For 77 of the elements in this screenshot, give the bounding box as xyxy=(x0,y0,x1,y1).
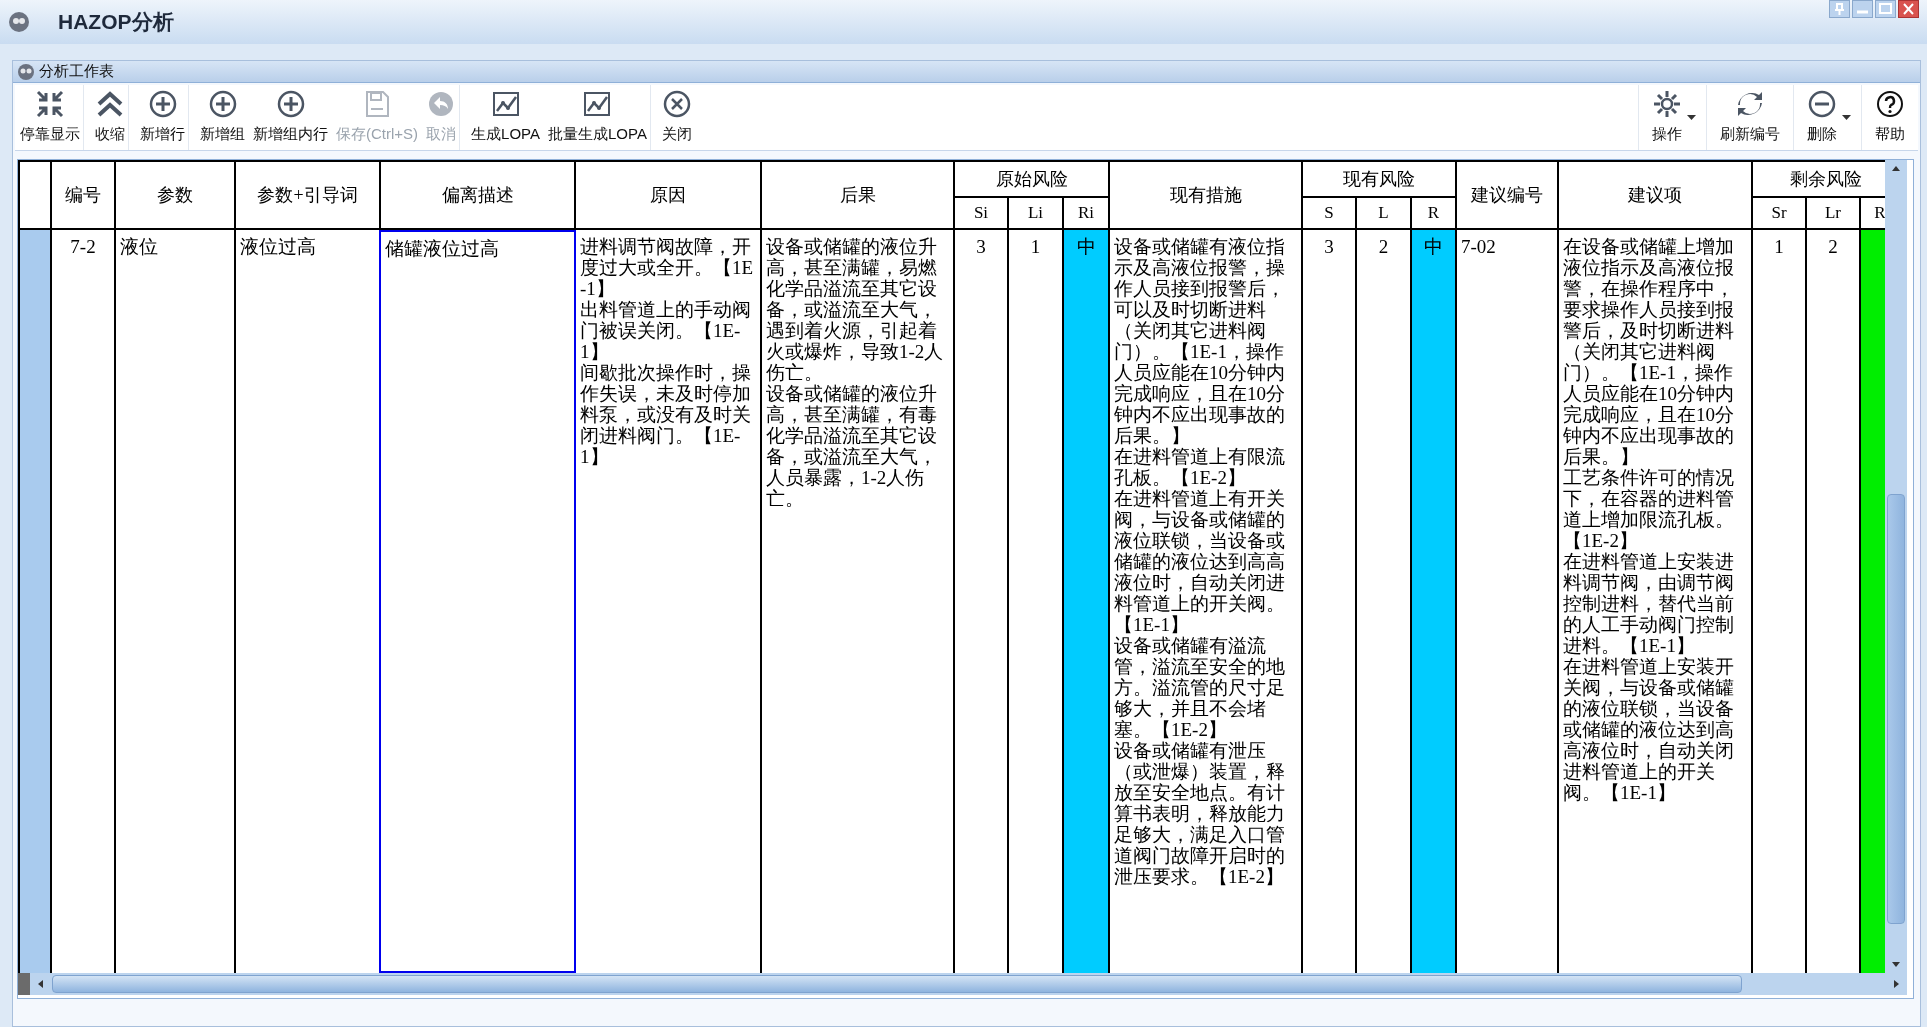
scroll-thumb[interactable] xyxy=(1887,494,1905,924)
cell-text: 在进料管道上有开关阀，与设备或储罐的液位联锁，当设备或储罐的液位达到高高液位时，自动关闭进料管道上的开关阀。【1E-1】 xyxy=(1114,488,1286,635)
scroll-thumb[interactable] xyxy=(52,975,1742,993)
toolbar-button[interactable]: 批量生成LOPA xyxy=(545,85,650,150)
table-cell: 3 xyxy=(955,230,1009,973)
cell-text: 在设备或储罐上增加液位指示及高液位报警，在操作程序中，要求操作人员接到报警后，及时切断进料（关闭其它进料阀门）。【1E-1，操作人员应能在10分钟内完成响应，且在10分钟内不应出现事故的后果。】 xyxy=(1563,236,1735,467)
close-button[interactable] xyxy=(1898,0,1919,18)
column-header: 建议项 xyxy=(1559,162,1753,230)
column-header: 偏离描述 xyxy=(381,162,576,230)
toolbar-button[interactable]: 新增组 xyxy=(197,85,248,150)
column-header: R xyxy=(1412,198,1457,230)
app-icon xyxy=(8,11,30,33)
window-title: HAZOP分析 xyxy=(58,9,174,36)
toolbar-button[interactable]: 删除 xyxy=(1804,85,1840,150)
cell-text: 设备或储罐的液位升高，甚至满罐，有毒化学品溢流至其它设备，或溢流至大气，人员暴露，1-2人伤亡。 xyxy=(766,383,938,509)
column-header: 建议编号 xyxy=(1457,162,1559,230)
row-header[interactable] xyxy=(20,230,52,973)
column-header: 后果 xyxy=(762,162,955,230)
cell-text: 出料管道上的手动阀门被误关闭。【1E-1】 xyxy=(580,299,752,362)
minus-circle-icon xyxy=(1807,89,1837,120)
risk-cell: 中 xyxy=(1412,230,1457,973)
toolbar-button[interactable]: 停靠显示 xyxy=(17,85,83,150)
panel-title: 分析工作表 xyxy=(39,61,114,82)
cell-text: 在进料管道上安装进料调节阀，由调节阀控制进料，替代当前的人工手动阀门控制进料。【1E-1】 xyxy=(1563,551,1735,656)
toolbar-button[interactable]: 帮助 xyxy=(1872,85,1908,150)
minimize-button[interactable] xyxy=(1852,0,1873,18)
column-header: Ri xyxy=(1064,198,1110,230)
settings-icon xyxy=(1652,89,1682,120)
scroll-up-icon xyxy=(1889,164,1903,174)
column-header: S xyxy=(1303,198,1357,230)
pin-icon[interactable] xyxy=(1829,0,1850,18)
close-icon xyxy=(661,89,692,120)
scroll-down-icon xyxy=(1889,959,1903,969)
cell-text: 工艺条件许可的情况下，在容器的进料管道上增加限流孔板。【1E-2】 xyxy=(1563,467,1735,551)
horizontal-scrollbar[interactable] xyxy=(18,973,1907,995)
toolbar-button[interactable]: 生成LOPA xyxy=(468,85,543,150)
toolbar-button[interactable]: 新增行 xyxy=(137,85,188,150)
column-header: 参数 xyxy=(116,162,236,230)
scroll-marker xyxy=(18,973,30,995)
table-cell: 3 xyxy=(1303,230,1357,973)
plus-circle-icon xyxy=(275,89,306,120)
column-header: 现有措施 xyxy=(1110,162,1303,230)
inward-arrows-icon xyxy=(35,89,65,120)
cell-text: 设备或储罐的液位升高，甚至满罐，易燃化学品溢流至其它设备，或溢流至大气，遇到着火源，引起着火或爆炸，导致1-2人伤亡。 xyxy=(766,236,945,383)
table-cell: 7-2 xyxy=(52,230,116,973)
cell-text: 在进料管道上安装开关阀，与设备或储罐的液位联锁，当设备或储罐的液位达到高高液位时，自动关闭进料管道上的开关阀。【1E-1】 xyxy=(1563,656,1735,803)
panel-icon xyxy=(17,62,35,81)
column-header: L xyxy=(1357,198,1412,230)
toolbar-button[interactable]: 操作 xyxy=(1649,85,1685,150)
cell-text: 设备或储罐有泄压（或泄爆）装置，释放至安全地点。有计算书表明，释放能力足够大，满足入口管道阀门故障开启时的泄压要求。【1E-2】 xyxy=(1114,740,1286,887)
column-header: Si xyxy=(955,198,1009,230)
toolbar-button[interactable]: 关闭 xyxy=(658,85,695,150)
cell-text: 间歇批次操作时，操作失误，未及时停加料泵，或没有及时关闭进料阀门。【1E-1】 xyxy=(580,362,752,467)
cell-text: 设备或储罐有液位指示及高液位报警，操作人员接到报警后，可以及时切断进料（关闭其它进料阀门）。【1E-1，操作人员应能在10分钟内完成响应，且在10分钟内不应出现事故的后果。】 xyxy=(1114,236,1286,446)
table-cell: 1 xyxy=(1753,230,1807,973)
plus-circle-icon xyxy=(207,89,238,120)
cell-text: 设备或储罐有溢流管，溢流至安全的地方。溢流管的尺寸足够大，并且不会堵塞。【1E-2】 xyxy=(1114,635,1286,740)
scroll-right-icon xyxy=(1891,977,1901,991)
column-header: 原因 xyxy=(576,162,762,230)
scroll-left-icon xyxy=(36,977,46,991)
column-group-header: 原始风险 xyxy=(955,162,1110,198)
column-group-header: 现有风险 xyxy=(1303,162,1457,198)
column-header: 参数+引导词 xyxy=(236,162,381,230)
toolbar-button[interactable]: 新增组内行 xyxy=(250,85,331,150)
plus-circle-icon xyxy=(147,89,178,120)
risk-cell: 中 xyxy=(1064,230,1110,973)
vertical-scrollbar[interactable] xyxy=(1885,160,1907,973)
column-header: Li xyxy=(1009,198,1064,230)
toolbar-button[interactable]: 刷新编号 xyxy=(1717,85,1783,150)
column-header: Lr xyxy=(1807,198,1861,230)
help-icon xyxy=(1875,89,1905,120)
column-header: 编号 xyxy=(52,162,116,230)
cell-text: 进料调节阀故障，开度过大或全开。【1E-1】 xyxy=(580,236,755,299)
toolbar-button[interactable]: 收缩 xyxy=(92,85,128,150)
column-header: Sr xyxy=(1753,198,1807,230)
table-cell: 储罐液位过高 xyxy=(379,230,576,973)
cell-text: 在进料管道上有限流孔板。【1E-2】 xyxy=(1114,446,1286,488)
